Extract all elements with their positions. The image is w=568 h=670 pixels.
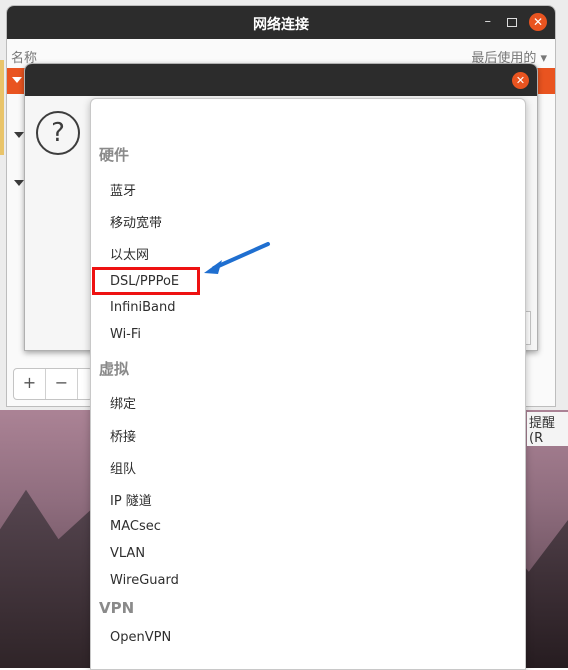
menu-item-openvpn[interactable]: OpenVPN <box>110 630 171 645</box>
menu-item-ip-tunnel[interactable]: IP 隧道 <box>110 490 152 509</box>
menu-item-infiniband[interactable]: InfiniBand <box>110 300 176 315</box>
dialog-title-bar: ✕ <box>25 64 537 96</box>
question-icon: ? <box>36 111 80 155</box>
menu-item-wifi[interactable]: Wi-Fi <box>110 327 141 342</box>
section-vpn: VPN <box>99 599 135 617</box>
window-title: 网络连接 <box>253 17 309 33</box>
reminder-label: 提醒(R <box>527 412 568 446</box>
maximize-button[interactable] <box>507 18 517 27</box>
expander-icon[interactable] <box>14 180 24 186</box>
expander-icon[interactable] <box>12 77 22 83</box>
menu-item-ethernet[interactable]: 以太网 <box>110 244 149 263</box>
section-hardware: 硬件 <box>99 146 130 164</box>
minimize-button[interactable]: – <box>485 14 492 29</box>
menu-item-macsec[interactable]: MACsec <box>110 519 161 534</box>
expander-icon[interactable] <box>14 132 24 138</box>
menu-item-bluetooth[interactable]: 蓝牙 <box>110 180 136 199</box>
title-bar: 网络连接 – ✕ <box>7 6 555 39</box>
add-button[interactable]: + <box>14 369 46 399</box>
remove-button[interactable]: − <box>46 369 78 399</box>
menu-item-mobile-broadband[interactable]: 移动宽带 <box>110 212 162 231</box>
yellow-edge <box>0 60 4 155</box>
close-button[interactable]: ✕ <box>529 13 547 31</box>
menu-item-bond[interactable]: 绑定 <box>110 393 136 412</box>
pointer-arrow-icon <box>204 242 270 274</box>
menu-item-vlan[interactable]: VLAN <box>110 546 145 561</box>
connection-type-menu: 硬件 蓝牙 移动宽带 以太网 DSL/PPPoE InfiniBand Wi-F… <box>90 98 526 670</box>
toolbar: + − <box>13 368 93 400</box>
dialog-close-button[interactable]: ✕ <box>512 72 529 89</box>
highlight-box <box>92 267 200 295</box>
menu-item-team[interactable]: 组队 <box>110 458 136 477</box>
section-virtual: 虚拟 <box>99 360 130 378</box>
menu-item-wireguard[interactable]: WireGuard <box>110 573 179 588</box>
menu-item-bridge[interactable]: 桥接 <box>110 426 136 445</box>
